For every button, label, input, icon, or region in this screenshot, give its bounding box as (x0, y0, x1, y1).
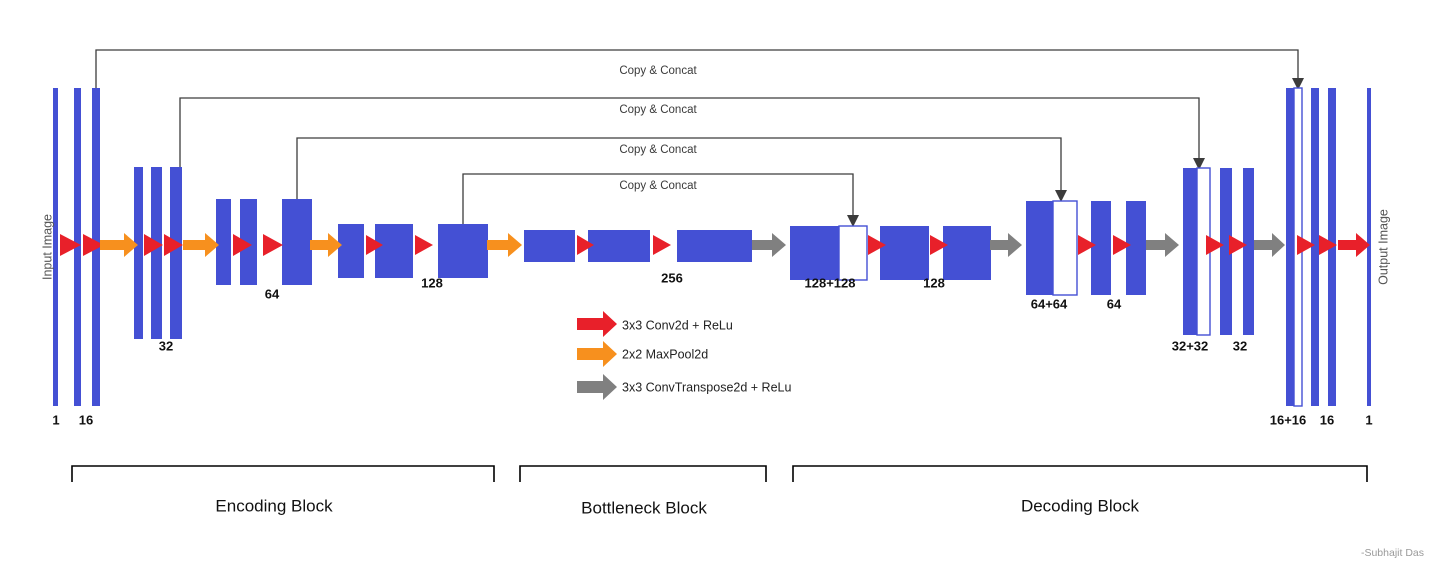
skip-connection-group: Copy & Concat Copy & Concat Copy & Conca… (95, 49, 1304, 227)
feature-block-dec64-b (1126, 201, 1146, 295)
channel-label-input-1: 1 (52, 412, 59, 427)
feature-block-dec128concat-empty (838, 225, 868, 281)
legend-label-upconv: 3x3 ConvTranspose2d + ReLu (622, 380, 791, 394)
decoding-block-bracket (792, 465, 1368, 482)
feature-block-enc32-c (170, 167, 182, 339)
legend-label-conv: 3x3 Conv2d + ReLu (622, 318, 733, 332)
feature-block-dec128concat-filled (790, 226, 839, 280)
feature-block-out16-a (1311, 88, 1319, 406)
output-image-label: Output Image (1376, 209, 1390, 285)
skip-arrowhead-4 (847, 215, 859, 227)
conv-arrow-icon-6 (263, 234, 283, 256)
feature-block-bottleneck-a (524, 230, 575, 262)
encoding-block-bracket (71, 465, 495, 482)
decoder-level-32-group: 32+32 32 (1172, 167, 1254, 353)
bottleneck-256-group: 256 (524, 230, 752, 285)
channel-label-dec-128-128: 128+128 (805, 275, 856, 290)
upconv-arrow-icon-2 (990, 233, 1022, 257)
encoder-level-32-group: 32 (134, 167, 182, 353)
channel-label-dec-16-16: 16+16 (1270, 412, 1307, 427)
decoder-level-128-group: 128+128 128 (790, 225, 991, 290)
output-stage-group: Output Image 16+16 16 1 (1270, 87, 1390, 427)
input-stage-group: Input Image 1 16 (40, 88, 100, 427)
feature-block-dec64concat-empty (1052, 200, 1078, 296)
decoding-block-label: Decoding Block (1021, 496, 1140, 515)
feature-block-enc32-a (134, 167, 143, 339)
feature-block-dec128-a (880, 226, 929, 280)
upconv-arrow-icon-1 (752, 233, 786, 257)
upconv-arrow-icon-3 (1146, 233, 1179, 257)
feature-block-dec32concat-filled (1183, 168, 1197, 335)
block-bracket-group: Encoding Block Bottleneck Block Decoding… (71, 465, 1368, 517)
feature-block-enc32-b (151, 167, 162, 339)
legend-label-maxpool: 2x2 MaxPool2d (622, 347, 708, 361)
bottleneck-block-label: Bottleneck Block (581, 498, 707, 517)
channel-label-dec-64-64: 64+64 (1031, 296, 1068, 311)
input-image-label: Input Image (40, 214, 54, 280)
channel-label-dec-32: 32 (1233, 338, 1247, 353)
channel-label-dec-16: 16 (1320, 412, 1334, 427)
feature-block-dec128-b (943, 226, 991, 280)
legend-orange-arrow-icon (577, 341, 617, 367)
upconv-arrow-icon-4 (1254, 233, 1285, 257)
conv-arrow-icon-8 (415, 235, 433, 255)
feature-block-enc128-c (438, 224, 488, 278)
feature-block-out16concat-filled (1286, 88, 1294, 406)
legend-red-arrow-icon (577, 311, 617, 337)
feature-block-dec64-a (1091, 201, 1111, 295)
channel-label-dec-128: 128 (923, 275, 945, 290)
maxpool-arrow-icon-4 (487, 233, 522, 257)
feature-block-enc128-a (338, 224, 364, 278)
copy-concat-label-1: Copy & Concat (619, 65, 697, 77)
channel-label-enc-16: 16 (79, 412, 93, 427)
maxpool-arrow-icon-3 (310, 233, 342, 257)
feature-block-bottleneck-c (677, 230, 752, 262)
feature-block-enc64-a (216, 199, 231, 285)
encoder-level-128-group: 128 (338, 224, 488, 290)
bottleneck-block-bracket (519, 465, 767, 482)
conv-arrow-icon-10 (653, 235, 671, 255)
decoder-level-64-group: 64+64 64 (1026, 200, 1146, 311)
channel-label-dec-32-32: 32+32 (1172, 338, 1209, 353)
conv-arrow-icon-final (1338, 233, 1370, 257)
maxpool-arrow-icon-2 (183, 233, 219, 257)
feature-block-bottleneck-b (588, 230, 650, 262)
channel-label-enc-128: 128 (421, 275, 443, 290)
feature-block-enc128-b (375, 224, 413, 278)
skip-arrowhead-3 (1055, 190, 1067, 202)
channel-label-enc-32: 32 (159, 338, 173, 353)
maxpool-arrow-icon-1 (100, 233, 138, 257)
feature-block-dec64concat-filled (1026, 201, 1053, 295)
copy-concat-label-3: Copy & Concat (619, 144, 697, 156)
legend-gray-arrow-icon (577, 374, 617, 400)
legend-group: 3x3 Conv2d + ReLu 2x2 MaxPool2d 3x3 Conv… (577, 311, 791, 400)
copy-concat-label-4: Copy & Concat (619, 180, 697, 192)
feature-block-dec32-b (1243, 168, 1254, 335)
channel-label-enc-64: 64 (265, 286, 280, 301)
encoding-block-label: Encoding Block (215, 496, 333, 515)
feature-block-enc64-c (282, 199, 312, 285)
skip-connection-line-1 (95, 49, 1299, 88)
unet-architecture-svg: Copy & Concat Copy & Concat Copy & Conca… (40, 49, 1424, 559)
author-credit: -Subhajit Das (1361, 547, 1424, 559)
channel-label-output-1: 1 (1365, 412, 1372, 427)
copy-concat-label-2: Copy & Concat (619, 104, 697, 116)
diagram-canvas: Copy & Concat Copy & Concat Copy & Conca… (0, 0, 1444, 571)
channel-label-bottleneck-256: 256 (661, 270, 683, 285)
channel-label-dec-64: 64 (1107, 296, 1122, 311)
